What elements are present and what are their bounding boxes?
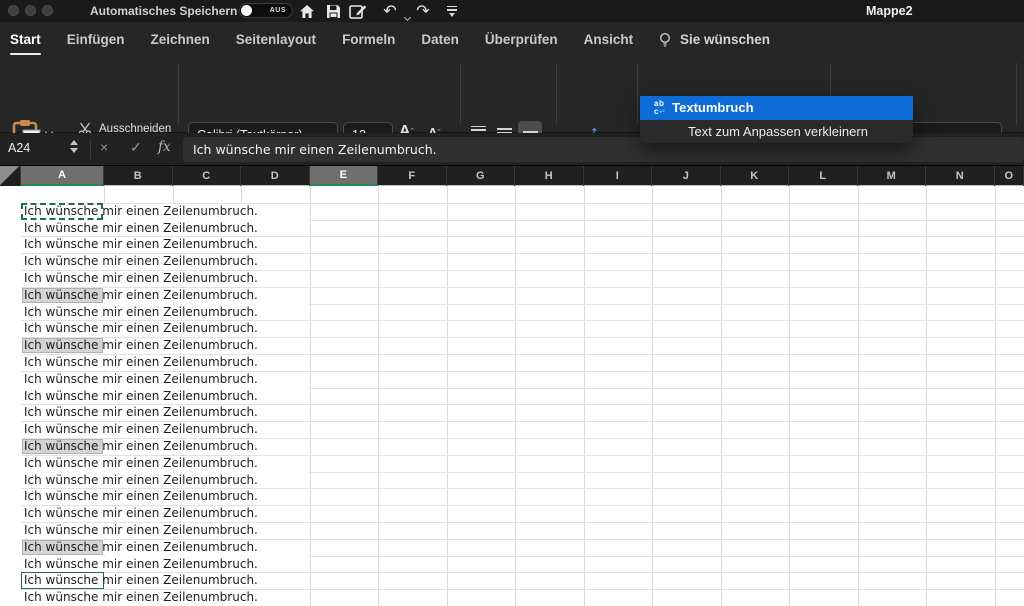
cell-text-A23: Ich wünsche mir einen Zeilenumbruch. <box>24 556 258 573</box>
tab-überprüfen[interactable]: Überprüfen <box>485 32 558 47</box>
cell-text-A25: Ich wünsche mir einen Zeilenumbruch. <box>24 589 258 606</box>
ribbon-tabs: Start Einfügen Zeichnen Seitenlayout Formeln… <box>10 22 633 57</box>
ribbon-display-options-icon[interactable] <box>443 2 461 20</box>
minimize-window-button[interactable] <box>25 5 36 16</box>
tell-me-label: Sie wünschen <box>680 32 770 47</box>
cell-text-A12: Ich wünsche mir einen Zeilenumbruch. <box>24 371 258 388</box>
cell-text-A15: Ich wünsche mir einen Zeilenumbruch. <box>24 421 258 438</box>
wrap-text-menu-icon: abc↵ <box>654 100 666 115</box>
autosave-label: Automatisches Speichern <box>90 4 237 18</box>
wrap-menu-item-label: Text zum Anpassen verkleinern <box>688 124 868 139</box>
autosave-state: AUS <box>270 7 286 14</box>
tab-formeln[interactable]: Formeln <box>342 32 395 47</box>
gridline-vertical <box>584 186 585 606</box>
cell-text-A18: Ich wünsche mir einen Zeilenumbruch. <box>24 472 258 489</box>
zoom-window-button[interactable] <box>42 5 53 16</box>
tab-start[interactable]: Start <box>10 32 41 47</box>
cell-text-A14: Ich wünsche mir einen Zeilenumbruch. <box>24 404 258 421</box>
name-box[interactable]: A24 <box>8 141 30 155</box>
gridline-vertical <box>378 186 379 606</box>
gridline-vertical <box>310 186 311 606</box>
column-header-G[interactable]: G <box>447 166 516 186</box>
wrap-menu-item-2[interactable]: Text zum Anpassen verkleinern <box>640 120 913 144</box>
spreadsheet-grid: ABCDEFGHIJKLMNO 123456789101112131415161… <box>0 166 1024 606</box>
enter-icon[interactable]: ✓ <box>130 139 142 156</box>
tab-ansicht[interactable]: Ansicht <box>584 32 634 47</box>
home-icon[interactable] <box>298 2 316 20</box>
document-title: Mappe2 <box>866 4 913 18</box>
cell-text-A13: Ich wünsche mir einen Zeilenumbruch. <box>24 388 258 405</box>
cell-text-A21: Ich wünsche mir einen Zeilenumbruch. <box>24 522 258 539</box>
gridline-vertical <box>858 186 859 606</box>
gridline-vertical <box>652 186 653 606</box>
toggle-knob-icon <box>241 5 252 16</box>
cell-text-A11: Ich wünsche mir einen Zeilenumbruch. <box>24 354 258 371</box>
cell-text-A3: Ich wünsche mir einen Zeilenumbruch. <box>24 220 258 237</box>
gridline-vertical <box>721 186 722 606</box>
column-header-J[interactable]: J <box>652 166 721 186</box>
gridline-vertical <box>447 186 448 606</box>
tab-daten[interactable]: Daten <box>421 32 459 47</box>
edit-icon[interactable] <box>349 2 367 20</box>
insert-function-icon[interactable]: fx <box>158 139 171 155</box>
column-header-M[interactable]: M <box>858 166 927 186</box>
gridline-vertical <box>995 186 996 606</box>
cell-text-A19: Ich wünsche mir einen Zeilenumbruch. <box>24 488 258 505</box>
cell-text-A20: Ich wünsche mir einen Zeilenumbruch. <box>24 505 258 522</box>
tell-me-search[interactable]: Sie wünschen <box>658 22 770 57</box>
column-header-L[interactable]: L <box>789 166 858 186</box>
wrap-menu-item-label: Textumbruch <box>672 100 753 115</box>
cell-text-A16: Ich wünsche mir einen Zeilenumbruch. <box>24 438 258 455</box>
cell-text-A9: Ich wünsche mir einen Zeilenumbruch. <box>24 320 258 337</box>
wrap-menu: abc↵ Textumbruch Text zum Anpassen verklei… <box>640 96 913 143</box>
lightbulb-icon <box>658 32 672 48</box>
cell-text-A22: Ich wünsche mir einen Zeilenumbruch. <box>24 539 258 556</box>
ribbon-tab-bar: Start Einfügen Zeichnen Seitenlayout Formeln… <box>0 22 1024 57</box>
column-header-B[interactable]: B <box>104 166 173 186</box>
close-window-button[interactable] <box>8 5 19 16</box>
gridline-vertical <box>926 186 927 606</box>
cell-text-A4: Ich wünsche mir einen Zeilenumbruch. <box>24 236 258 253</box>
gridline-vertical <box>789 186 790 606</box>
cell-text-A24: Ich wünsche mir einen Zeilenumbruch. <box>24 572 258 589</box>
grid-colheaders: ABCDEFGHIJKLMNO <box>0 166 1024 186</box>
cell-text-A10: Ich wünsche mir einen Zeilenumbruch. <box>24 337 258 354</box>
copied-cell-ants-A2[interactable] <box>21 203 103 219</box>
column-header-O[interactable]: O <box>995 166 1024 186</box>
grid-body[interactable]: Ich wünsche mir einen Zeilenumbruch.Ich … <box>0 186 1024 606</box>
cell-text-A7: Ich wünsche mir einen Zeilenumbruch. <box>24 287 258 304</box>
column-header-D[interactable]: D <box>241 166 310 186</box>
cell-text-A8: Ich wünsche mir einen Zeilenumbruch. <box>24 304 258 321</box>
column-header-A[interactable]: A <box>21 166 104 186</box>
name-box-stepper[interactable] <box>70 140 78 153</box>
wrap-menu-item-1[interactable]: abc↵ Textumbruch <box>640 96 913 120</box>
gridline-vertical <box>515 186 516 606</box>
tab-seitenlayout[interactable]: Seitenlayout <box>236 32 316 47</box>
column-header-F[interactable]: F <box>378 166 447 186</box>
save-icon[interactable] <box>324 2 342 20</box>
redo-icon[interactable]: ↷ <box>414 2 432 20</box>
column-header-I[interactable]: I <box>584 166 653 186</box>
title-bar: Automatisches Speichern AUS ↶ ↷ Mappe2 <box>0 0 1024 22</box>
column-header-E[interactable]: E <box>310 166 379 186</box>
formula-text: Ich wünsche mir einen Zeilenumbruch. <box>193 142 437 157</box>
select-all-corner[interactable] <box>0 166 21 186</box>
column-header-C[interactable]: C <box>173 166 242 186</box>
cancel-icon[interactable]: × <box>100 139 108 155</box>
undo-icon[interactable]: ↶ <box>381 2 399 20</box>
cell-text-A6: Ich wünsche mir einen Zeilenumbruch. <box>24 270 258 287</box>
excel-window: Automatisches Speichern AUS ↶ ↷ Mappe2 S… <box>0 0 1024 606</box>
tab-einfügen[interactable]: Einfügen <box>67 32 125 47</box>
tab-zeichnen[interactable]: Zeichnen <box>151 32 210 47</box>
autosave-toggle[interactable]: AUS <box>239 3 293 18</box>
cell-text-A5: Ich wünsche mir einen Zeilenumbruch. <box>24 253 258 270</box>
column-header-H[interactable]: H <box>515 166 584 186</box>
cell-text-A17: Ich wünsche mir einen Zeilenumbruch. <box>24 455 258 472</box>
column-header-N[interactable]: N <box>926 166 995 186</box>
column-header-K[interactable]: K <box>721 166 790 186</box>
